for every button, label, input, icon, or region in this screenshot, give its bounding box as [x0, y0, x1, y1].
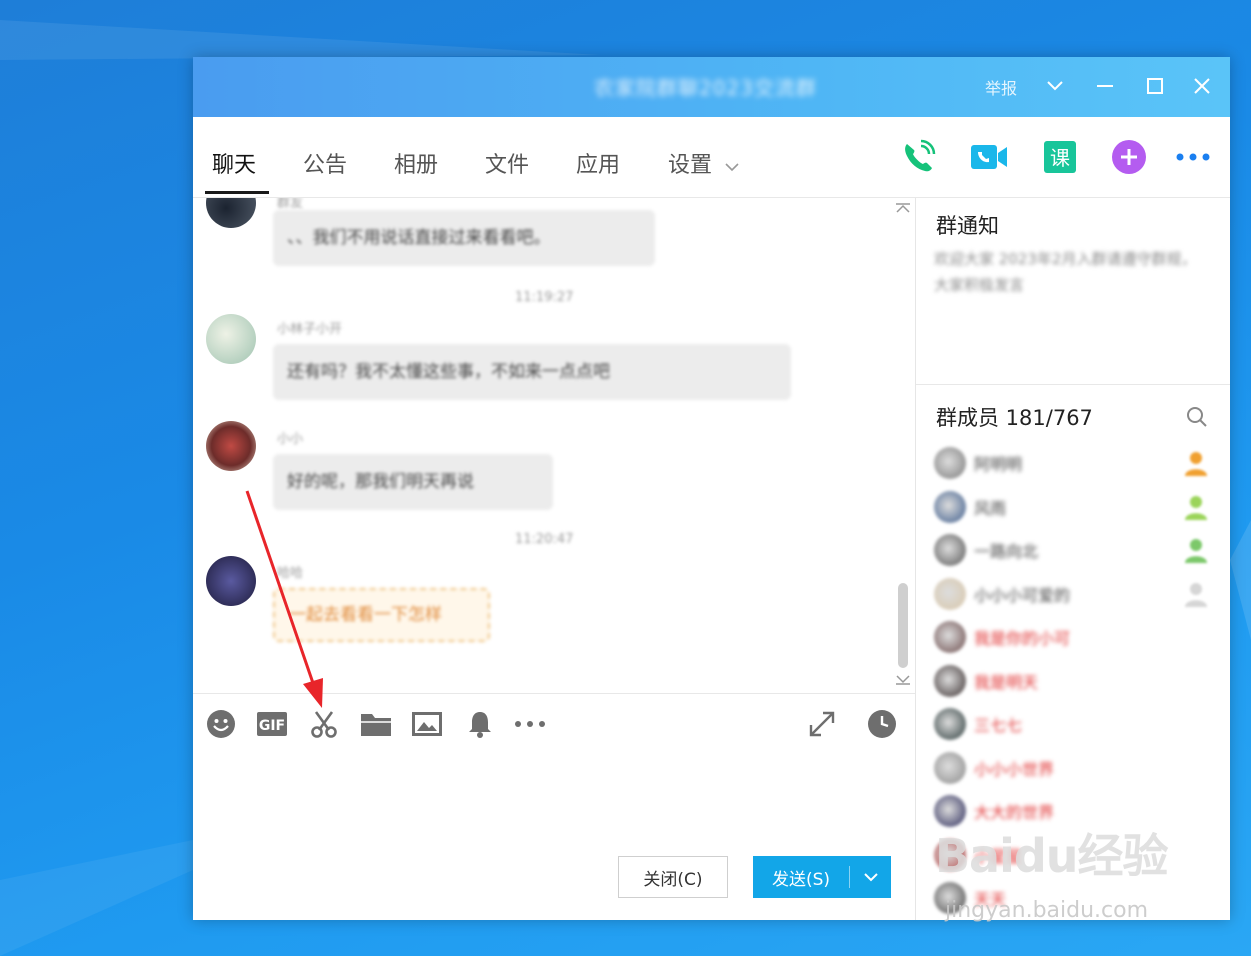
annotation-arrow: [245, 490, 323, 708]
